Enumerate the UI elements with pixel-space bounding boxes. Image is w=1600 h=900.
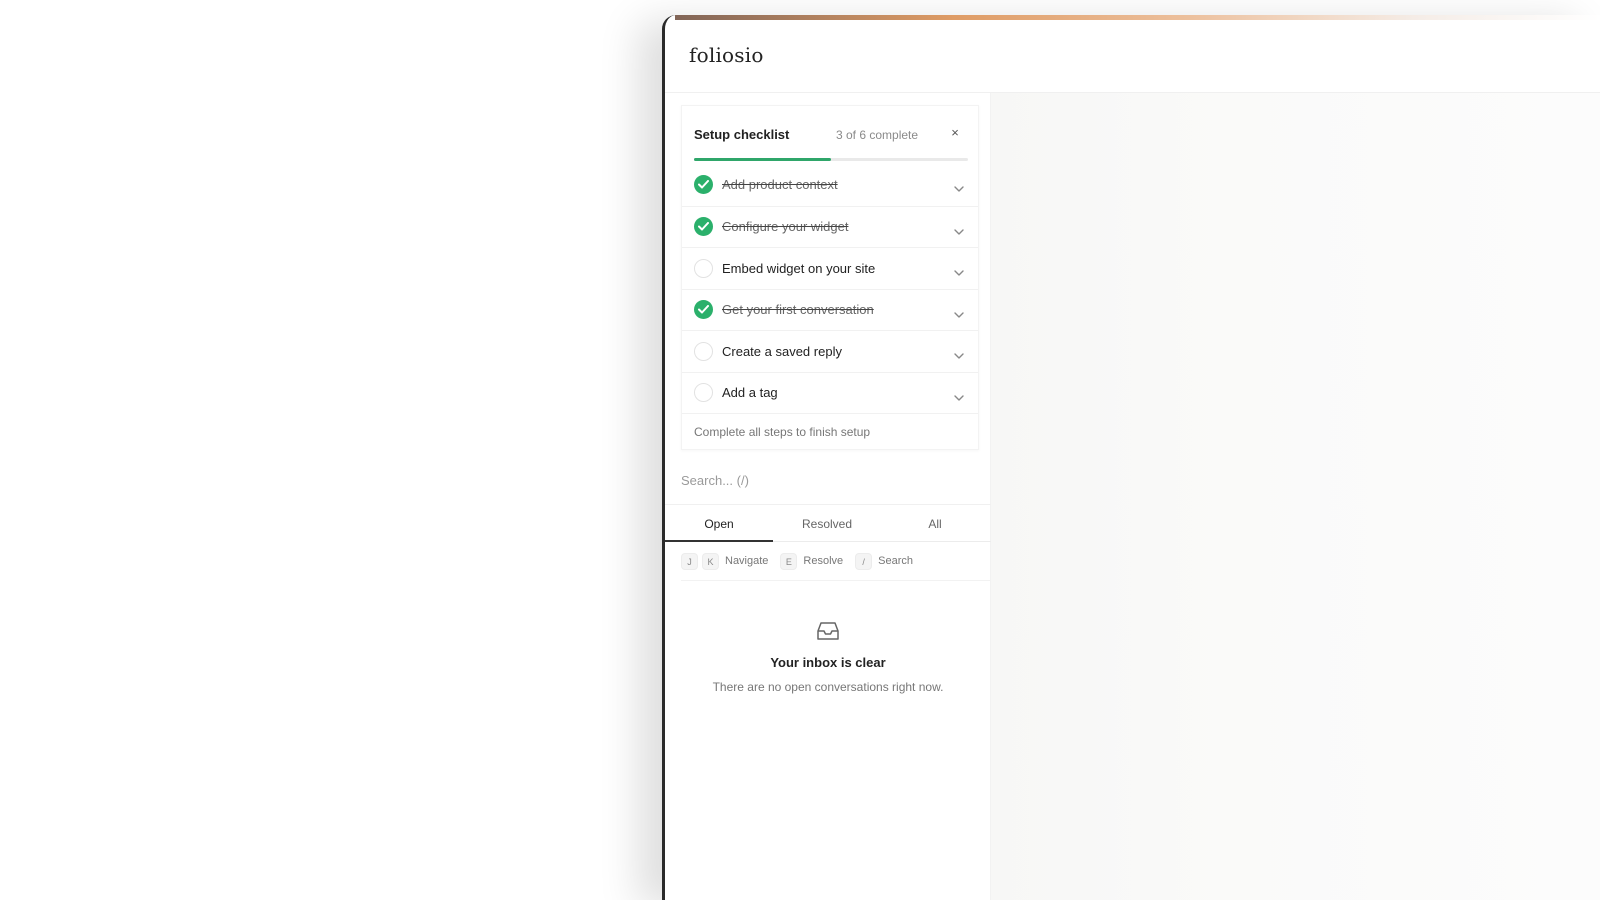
empty-state-title: Your inbox is clear: [770, 655, 886, 670]
empty-circle-icon[interactable]: [694, 383, 713, 403]
search-input[interactable]: [665, 457, 991, 505]
shortcut-key: K: [702, 552, 719, 570]
empty-state-subtitle: There are no open conversations right no…: [712, 680, 944, 694]
conversation-content-area: [991, 93, 1600, 900]
app-window: foliosio Setup checklist 3 of 6 complete…: [662, 15, 1600, 900]
checklist-item[interactable]: Add a tag: [682, 371, 978, 414]
checklist-item-label: Add a tag: [722, 385, 778, 401]
conversation-tabs: Open Resolved All: [665, 505, 991, 542]
tab-open[interactable]: Open: [665, 505, 773, 542]
chevron-down-icon[interactable]: [954, 222, 964, 240]
checklist-item-label: Get your first conversation: [722, 302, 874, 318]
tab-all[interactable]: All: [881, 505, 989, 541]
setup-checklist-card: Setup checklist 3 of 6 complete × Add pr…: [681, 105, 979, 450]
shortcut-label-navigate: Navigate: [725, 555, 769, 567]
shortcut-key: /: [855, 552, 873, 570]
checklist-item-label: Add product context: [722, 177, 838, 193]
checklist-footer: Complete all steps to finish setup: [682, 413, 978, 449]
close-icon[interactable]: ×: [946, 124, 964, 142]
checklist-item-label: Create a saved reply: [722, 343, 842, 359]
checklist-item-label: Configure your widget: [722, 219, 849, 235]
chevron-down-icon[interactable]: [954, 179, 964, 197]
inbox-sidebar: Setup checklist 3 of 6 complete × Add pr…: [665, 93, 991, 900]
checklist-item[interactable]: Embed widget on your site: [682, 247, 978, 289]
chevron-down-icon[interactable]: [954, 263, 964, 281]
chevron-down-icon[interactable]: [954, 388, 964, 406]
keyboard-shortcuts: J K Navigate E Resolve / Search: [681, 549, 925, 573]
inbox-icon: [817, 622, 839, 640]
shortcut-key: E: [780, 552, 798, 570]
app-logo[interactable]: foliosio: [689, 43, 764, 67]
checklist-header: Setup checklist 3 of 6 complete ×: [682, 106, 978, 161]
check-circle-icon[interactable]: [694, 175, 713, 195]
checklist-item[interactable]: Create a saved reply: [682, 330, 978, 372]
app-header: foliosio: [665, 15, 1600, 93]
desktop-background: [0, 0, 600, 900]
empty-state: Your inbox is clear There are no open co…: [665, 621, 991, 694]
empty-circle-icon[interactable]: [694, 258, 713, 278]
empty-circle-icon[interactable]: [694, 341, 713, 361]
check-circle-icon[interactable]: [694, 300, 713, 320]
checklist-title: Setup checklist: [694, 127, 790, 142]
shortcut-label-resolve: Resolve: [803, 555, 844, 567]
checklist-items: Add product context Configure your widget…: [682, 164, 978, 413]
checklist-progress-fill: [694, 158, 831, 161]
checklist-progress-bar: [694, 158, 968, 161]
chevron-down-icon[interactable]: [954, 346, 964, 364]
checklist-item[interactable]: Configure your widget: [682, 205, 978, 248]
divider: [681, 580, 991, 581]
shortcut-label-search: Search: [878, 555, 914, 567]
checklist-progress-text: 3 of 6 complete: [836, 128, 919, 142]
shortcut-key: J: [681, 552, 698, 570]
checklist-item[interactable]: Add product context: [682, 164, 978, 206]
checklist-item[interactable]: Get your first conversation: [682, 288, 978, 331]
tab-resolved[interactable]: Resolved: [773, 505, 881, 541]
checklist-item-label: Embed widget on your site: [722, 260, 876, 276]
chevron-down-icon[interactable]: [954, 305, 964, 323]
check-circle-icon[interactable]: [694, 217, 713, 237]
